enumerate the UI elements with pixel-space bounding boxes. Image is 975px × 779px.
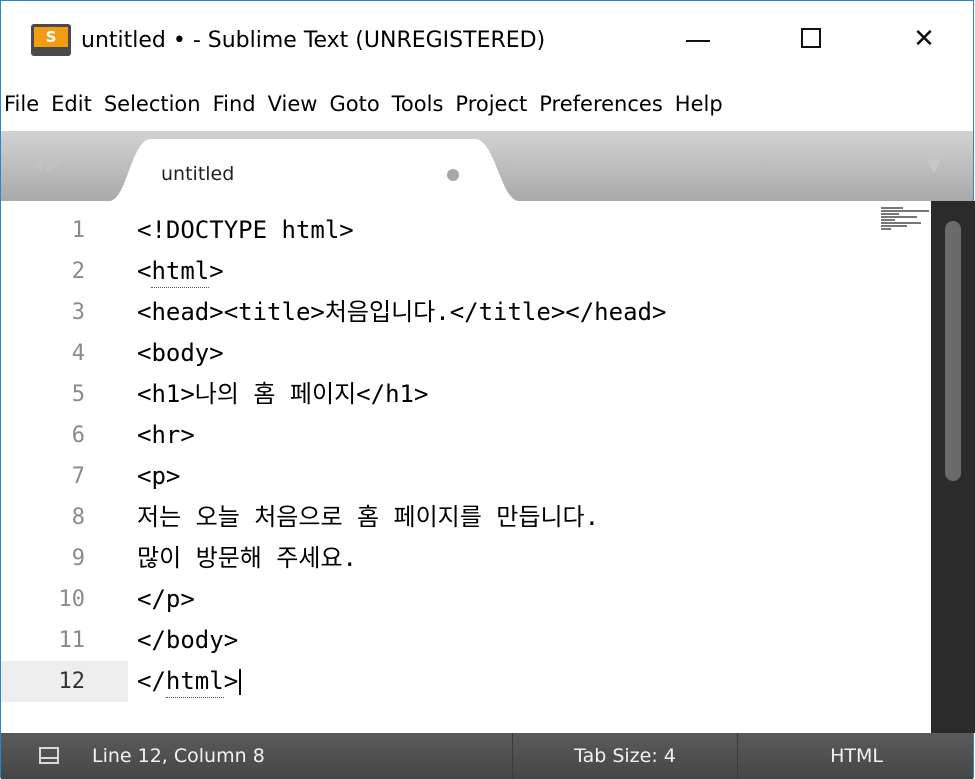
maximize-icon: [801, 28, 821, 48]
tab-nav-arrows[interactable]: ◀▶: [29, 153, 65, 174]
line-code[interactable]: </body>: [137, 620, 238, 661]
menu-view[interactable]: View: [262, 92, 324, 116]
code-line[interactable]: 4 <body>: [1, 333, 931, 374]
text-caret: [239, 669, 242, 695]
close-button[interactable]: ✕: [894, 17, 954, 61]
line-code[interactable]: 많이 방문해 주세요.: [137, 538, 357, 579]
line-number: 12: [58, 669, 86, 694]
line-number: 2: [71, 259, 85, 284]
line-number: 1: [71, 218, 85, 243]
line-number: 3: [71, 300, 85, 325]
line-code[interactable]: </html>: [137, 661, 238, 702]
menu-file[interactable]: File: [1, 92, 45, 116]
code-line[interactable]: 9 많이 방문해 주세요.: [1, 538, 931, 579]
minimize-button[interactable]: [668, 17, 728, 61]
minimize-icon: [686, 40, 710, 42]
code-line[interactable]: 11 </body>: [1, 620, 931, 661]
tab-untitled[interactable]: untitled: [109, 139, 519, 201]
tab-size-selector[interactable]: Tab Size: 4: [513, 733, 737, 779]
line-code[interactable]: <body>: [137, 333, 224, 374]
status-bar: Line 12, Column 8 Tab Size: 4 HTML: [1, 733, 973, 779]
menu-selection[interactable]: Selection: [98, 92, 207, 116]
syntax-selector[interactable]: HTML: [738, 733, 975, 779]
line-code[interactable]: <head><title>처음입니다.</title></head>: [137, 292, 666, 333]
sublime-app-icon: S: [31, 24, 71, 56]
code-line[interactable]: 6 <hr>: [1, 415, 931, 456]
line-number: 5: [71, 382, 85, 407]
tab-strip: ◀▶ untitled ▼: [1, 131, 973, 201]
code-editor[interactable]: 1 <!DOCTYPE html> 2 <html> 3 <head><title>처음입…: [1, 201, 975, 733]
line-code[interactable]: <p>: [137, 456, 180, 497]
scrollbar-thumb[interactable]: [945, 221, 961, 481]
code-line[interactable]: 2 <html>: [1, 251, 931, 292]
tab-label: untitled: [161, 163, 235, 185]
title-bar: S untitled • - Sublime Text (UNREGISTERE…: [1, 1, 973, 87]
menu-help[interactable]: Help: [669, 92, 729, 116]
menu-goto[interactable]: Goto: [323, 92, 385, 116]
line-number: 6: [71, 423, 85, 448]
line-number: 9: [71, 546, 85, 571]
line-code[interactable]: <html>: [137, 251, 224, 292]
menu-project[interactable]: Project: [449, 92, 533, 116]
arrow-right-icon[interactable]: ▶: [47, 153, 65, 174]
code-line[interactable]: 12 </html>: [1, 661, 931, 702]
matching-tag-underline: [165, 697, 224, 698]
minimap[interactable]: [881, 207, 931, 237]
line-code[interactable]: </p>: [137, 579, 195, 620]
code-line[interactable]: 5 <h1>나의 홈 페이지</h1>: [1, 374, 931, 415]
code-line[interactable]: 8 저는 오늘 처음으로 홈 페이지를 만듭니다.: [1, 497, 931, 538]
tab-dropdown-icon[interactable]: ▼: [927, 155, 941, 176]
line-number: 4: [71, 341, 85, 366]
maximize-button[interactable]: [782, 17, 842, 61]
code-line[interactable]: 3 <head><title>처음입니다.</title></head>: [1, 292, 931, 333]
line-code[interactable]: 저는 오늘 처음으로 홈 페이지를 만듭니다.: [137, 497, 599, 538]
panel-toggle-icon[interactable]: [39, 747, 59, 764]
menu-edit[interactable]: Edit: [45, 92, 98, 116]
window-title: untitled • - Sublime Text (UNREGISTERED): [81, 28, 546, 53]
matching-tag-underline: [151, 287, 210, 288]
menu-bar: File Edit Selection Find View Goto Tools…: [1, 87, 973, 121]
code-line[interactable]: 7 <p>: [1, 456, 931, 497]
line-number: 8: [71, 505, 85, 530]
close-icon: ✕: [913, 24, 935, 54]
line-number: 10: [58, 587, 86, 612]
menu-preferences[interactable]: Preferences: [533, 92, 669, 116]
cursor-position: Line 12, Column 8: [92, 745, 265, 767]
menu-find[interactable]: Find: [207, 92, 262, 116]
code-line[interactable]: 10 </p>: [1, 579, 931, 620]
code-line[interactable]: 1 <!DOCTYPE html>: [1, 210, 931, 251]
app-icon-letter: S: [34, 27, 68, 47]
unsaved-dot-icon[interactable]: [447, 169, 459, 181]
sublime-window: S untitled • - Sublime Text (UNREGISTERE…: [0, 0, 975, 779]
line-code[interactable]: <h1>나의 홈 페이지</h1>: [137, 374, 428, 415]
arrow-left-icon[interactable]: ◀: [29, 153, 47, 174]
line-number: 11: [58, 628, 86, 653]
line-code[interactable]: <hr>: [137, 415, 195, 456]
menu-tools[interactable]: Tools: [386, 92, 450, 116]
line-code[interactable]: <!DOCTYPE html>: [137, 210, 354, 251]
line-number: 7: [71, 464, 85, 489]
